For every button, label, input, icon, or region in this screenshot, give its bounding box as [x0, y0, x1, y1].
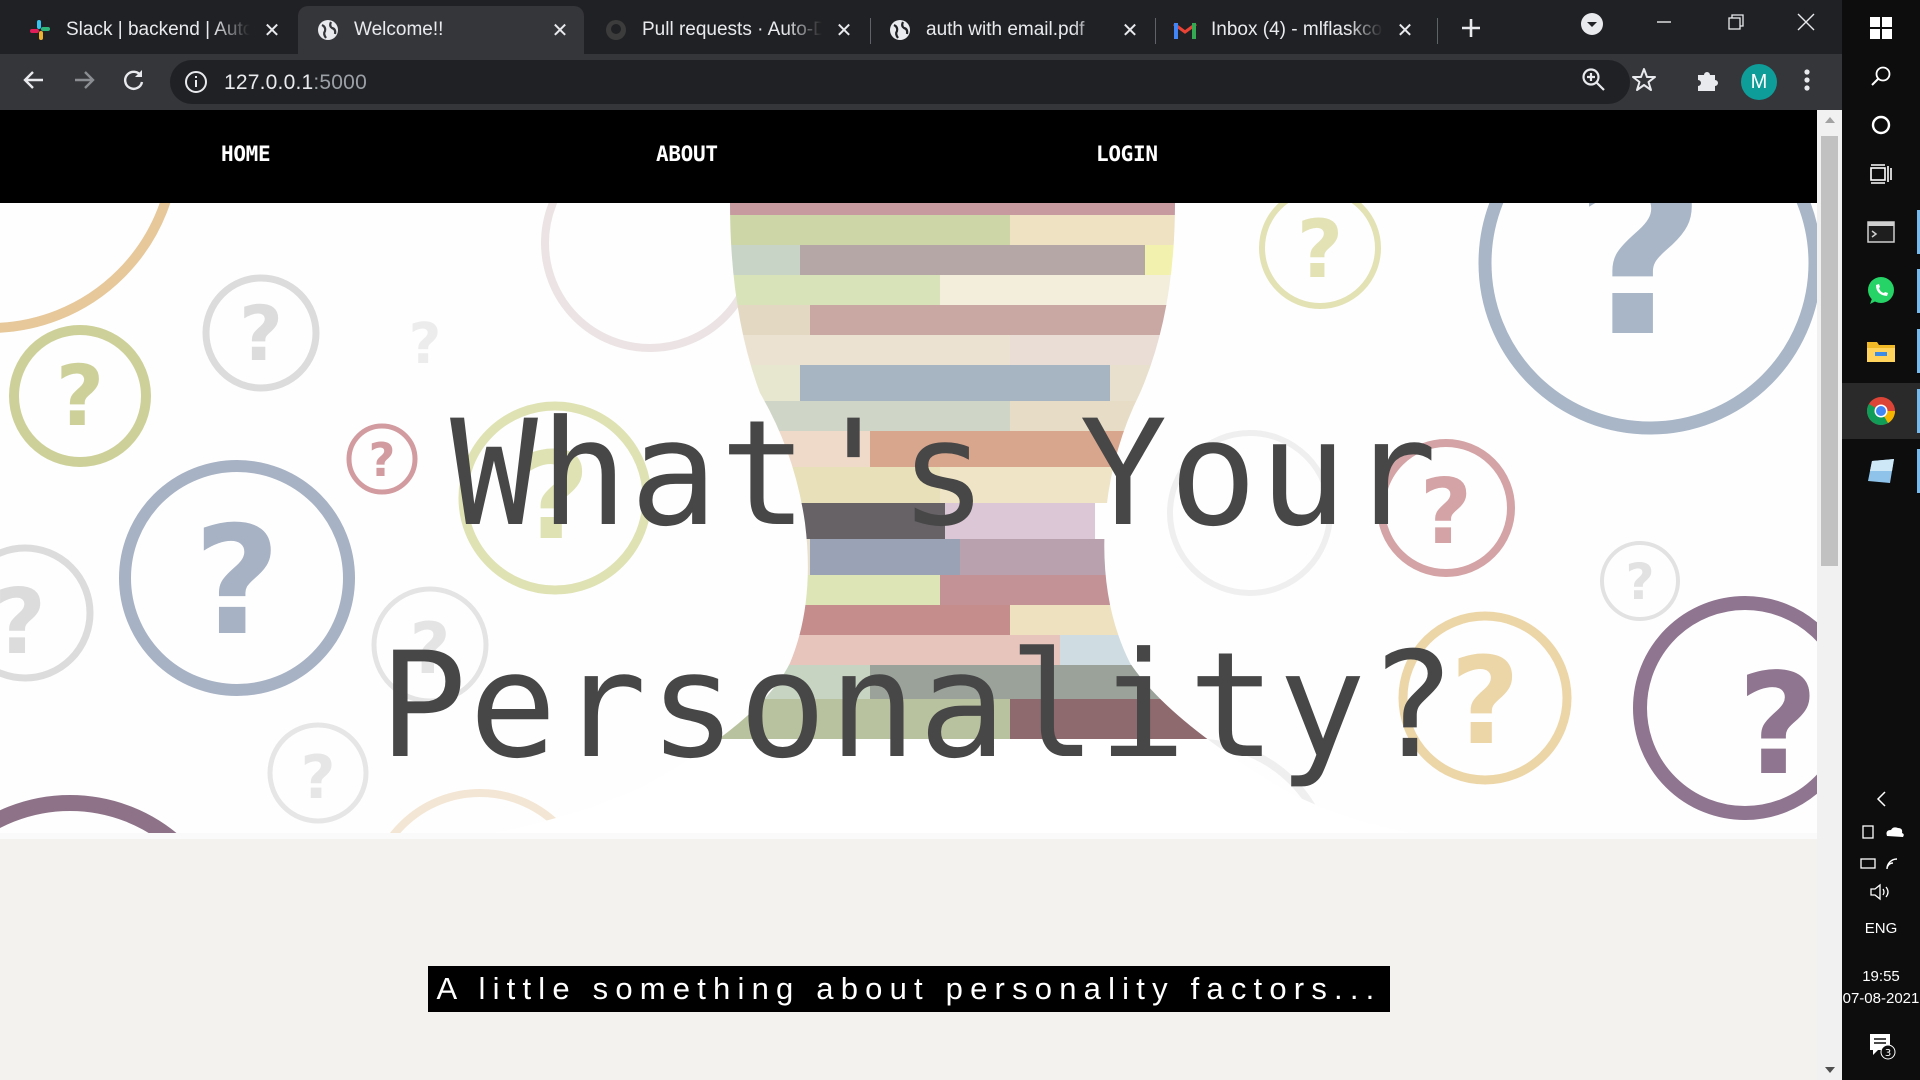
hero-title-line-1: What's Your — [450, 389, 1439, 559]
puzzle-icon — [1695, 67, 1721, 98]
restore-button[interactable] — [1700, 0, 1772, 48]
content-section: A little something about personality fac… — [0, 839, 1817, 1080]
tab-gmail[interactable]: Inbox (4) - mlflaskcode ✕ — [1155, 6, 1429, 54]
tab-title: Welcome!! — [354, 19, 444, 40]
plus-icon — [1460, 17, 1482, 44]
back-button[interactable] — [14, 62, 54, 102]
tray-row-1 — [1842, 822, 1920, 846]
nav-login-link[interactable]: LOGIN — [1096, 142, 1158, 166]
nav-home-link[interactable]: HOME — [221, 142, 271, 166]
tray-row-2 — [1842, 853, 1920, 877]
svg-text:?: ? — [409, 312, 441, 377]
svg-text:?: ? — [1297, 203, 1343, 296]
hero-banner: ? ? ? ? ? ? ? ? ? ? ? ? ? ? ? — [0, 203, 1817, 839]
tab-title: auth with email.pdf — [926, 19, 1085, 40]
clock-date[interactable]: 07-08-2021 — [1842, 990, 1920, 1007]
address-bar[interactable]: 127.0.0.1:5000 — [170, 60, 1630, 104]
language-indicator[interactable]: ENG — [1842, 920, 1920, 937]
tab-title: Pull requests · Auto-D — [642, 19, 822, 40]
browser-toolbar: 127.0.0.1:5000 M — [0, 54, 1842, 110]
new-tab-button[interactable] — [1436, 6, 1506, 54]
close-icon — [1797, 13, 1815, 36]
minimize-button[interactable] — [1628, 0, 1700, 48]
github-icon — [604, 18, 628, 42]
tab-title: Slack | backend | Auto — [66, 19, 250, 40]
notification-count: 3 — [1885, 1048, 1891, 1059]
info-icon[interactable] — [184, 70, 208, 94]
scrollbar-thumb[interactable] — [1821, 136, 1838, 566]
svg-text:?: ? — [1625, 553, 1654, 611]
tab-search-button[interactable] — [1556, 2, 1628, 50]
action-center-icon[interactable]: 3 — [1842, 1030, 1920, 1064]
nav-about-link[interactable]: ABOUT — [656, 142, 718, 166]
reload-button[interactable] — [114, 62, 154, 102]
address-port: :5000 — [313, 71, 367, 94]
zoom-button[interactable] — [1580, 67, 1608, 98]
zoom-icon — [1581, 67, 1607, 98]
gmail-icon — [1173, 18, 1197, 42]
windows-taskbar: ENG 19:55 07-08-2021 3 — [1842, 0, 1920, 1080]
show-hidden-icons[interactable] — [1842, 790, 1920, 812]
forward-button[interactable] — [64, 62, 104, 102]
profile-avatar[interactable]: M — [1741, 64, 1777, 100]
tab-pull-requests[interactable]: Pull requests · Auto-D ✕ — [586, 6, 868, 54]
whatsapp-icon[interactable] — [1842, 263, 1920, 319]
restore-icon — [1728, 13, 1744, 35]
globe-icon — [888, 18, 912, 42]
svg-text:?: ? — [239, 289, 283, 378]
reload-icon — [122, 68, 146, 97]
close-tab-icon[interactable]: ✕ — [256, 14, 288, 46]
close-tab-icon[interactable]: ✕ — [1114, 14, 1146, 46]
terminal-icon[interactable] — [1842, 204, 1920, 260]
bookmark-button[interactable] — [1630, 67, 1658, 98]
more-vert-icon — [1803, 68, 1811, 97]
tab-slack[interactable]: Slack | backend | Auto ✕ — [10, 6, 296, 54]
globe-icon — [316, 18, 340, 42]
chrome-icon[interactable] — [1842, 383, 1920, 439]
close-tab-icon[interactable]: ✕ — [1389, 14, 1421, 46]
arrow-left-icon — [23, 69, 45, 96]
tab-title: Inbox (4) - mlflaskcode — [1211, 19, 1383, 40]
address-url: 127.0.0.1:5000 — [224, 71, 367, 95]
extensions-button[interactable] — [1694, 68, 1722, 96]
menu-button[interactable] — [1793, 68, 1821, 96]
tab-pdf[interactable]: auth with email.pdf ✕ — [870, 6, 1154, 54]
tab-welcome[interactable]: Welcome!! ✕ — [298, 6, 584, 54]
site-navbar: HOME ABOUT LOGIN — [0, 110, 1817, 203]
star-icon — [1631, 67, 1657, 98]
task-view-icon[interactable] — [1842, 146, 1920, 202]
minimize-icon — [1656, 14, 1672, 35]
scroll-down-arrow[interactable] — [1817, 1060, 1842, 1080]
slack-icon — [28, 18, 52, 42]
clock-time[interactable]: 19:55 — [1842, 968, 1920, 985]
address-host: 127.0.0.1 — [224, 71, 314, 94]
browser-window: Slack | backend | Auto ✕ Welcome!! ✕ Pul… — [0, 0, 1842, 1080]
cortana-icon[interactable] — [1842, 97, 1920, 153]
close-tab-icon[interactable]: ✕ — [544, 14, 576, 46]
scroll-up-arrow[interactable] — [1817, 110, 1842, 130]
search-icon[interactable] — [1842, 48, 1920, 104]
file-explorer-icon[interactable] — [1842, 323, 1920, 379]
close-tab-icon[interactable]: ✕ — [828, 14, 860, 46]
page-viewport: HOME ABOUT LOGIN ? ? ? ? ? ? ? ? ? ? ? ?… — [0, 110, 1817, 1080]
section-subtitle: A little something about personality fac… — [428, 966, 1390, 1012]
app-icon[interactable] — [1842, 443, 1920, 499]
volume-icon[interactable] — [1842, 882, 1920, 906]
page-scrollbar[interactable] — [1817, 110, 1842, 1080]
tab-strip: Slack | backend | Auto ✕ Welcome!! ✕ Pul… — [0, 0, 1842, 54]
hero-title-line-2: Personality? — [379, 621, 1458, 791]
chevron-down-circle-icon — [1580, 12, 1604, 41]
arrow-right-icon — [73, 69, 95, 96]
svg-text:?: ? — [1573, 203, 1706, 388]
close-window-button[interactable] — [1770, 0, 1842, 48]
